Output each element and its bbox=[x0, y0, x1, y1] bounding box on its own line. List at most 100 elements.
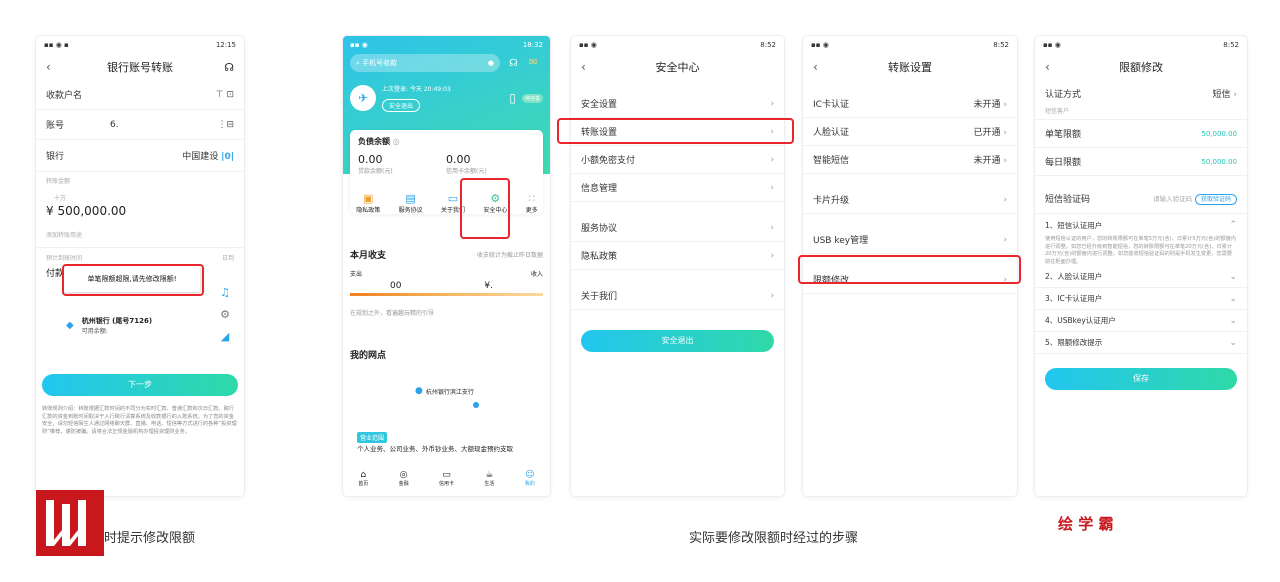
next-button[interactable]: 下一步 bbox=[42, 374, 238, 396]
menu-item-label: 信息管理 bbox=[581, 184, 618, 194]
tab-life[interactable]: ☕ 生活 bbox=[484, 470, 494, 496]
single-limit-row[interactable]: 单笔限额 50,000.00 bbox=[1035, 120, 1247, 148]
page-title: 安全中心 bbox=[655, 61, 700, 74]
tab-bar: ⌂ 首页 ◎ 金融 ▭ 信用卡 ☕ 生活 ☺ 我的 bbox=[343, 470, 550, 496]
mic-icon[interactable]: ● bbox=[488, 59, 494, 67]
menu-item-label: 安全设置 bbox=[581, 100, 618, 110]
safe-exit-button[interactable]: 安全退出 bbox=[581, 330, 774, 352]
chevron-down-icon: ⌄ bbox=[1229, 315, 1237, 326]
menu-item-service-agreement[interactable]: 服务协议 › bbox=[571, 214, 784, 242]
safe-exit-chip[interactable]: 安全退出 bbox=[382, 99, 421, 112]
search-bar[interactable]: ⌕ 手机号收款 ● bbox=[350, 54, 500, 72]
back-icon[interactable]: ‹ bbox=[581, 60, 586, 74]
month-labels: 支出 收入 bbox=[350, 269, 543, 278]
menu-item-small-payment[interactable]: 小额免密支付 › bbox=[571, 146, 784, 174]
auth-method-row[interactable]: 认证方式 短信 › bbox=[1035, 80, 1247, 106]
section-1-header[interactable]: 1、短信认证用户 ⌃ bbox=[1035, 214, 1247, 236]
search-input[interactable]: 手机号收款 bbox=[362, 58, 397, 68]
status-icons: ▪▪ ◉ ▪ bbox=[44, 41, 69, 49]
shortcut-privacy[interactable]: ▣ 隐私政策 bbox=[356, 192, 380, 214]
chevron-right-icon: › bbox=[770, 98, 774, 109]
month-values: 00 ¥. bbox=[350, 281, 543, 291]
avatar[interactable]: ✈ bbox=[350, 85, 376, 111]
card-info: 杭州银行 (尾号7126) 可用余额: bbox=[82, 316, 152, 335]
save-button[interactable]: 保存 bbox=[1045, 368, 1237, 390]
bank-row[interactable]: 银行 中国建设 |0| bbox=[36, 140, 244, 172]
branch-name: 杭州银行滨江支行 bbox=[425, 388, 474, 396]
menu-item-label: 小额免密支付 bbox=[581, 156, 636, 166]
status-badge[interactable]: 待完善 bbox=[521, 93, 543, 103]
remark-field[interactable]: 添加转账用途 bbox=[36, 222, 244, 248]
shortcut-more[interactable]: ∷ 更多 bbox=[526, 192, 538, 214]
setting-ic-card[interactable]: IC卡认证 未开通 › bbox=[803, 90, 1017, 118]
tab-label: 我的 bbox=[524, 481, 535, 487]
account-row[interactable]: 账号 6. ⋮⊟ bbox=[36, 110, 244, 140]
daily-limit-row[interactable]: 每日限额 50,000.00 bbox=[1035, 148, 1247, 176]
daily-limit-input[interactable]: 50,000.00 bbox=[1201, 158, 1237, 166]
section-3-header[interactable]: 3、IC卡认证用户 ⌄ bbox=[1035, 288, 1247, 310]
setting-face-auth[interactable]: 人脸认证 已开通 › bbox=[803, 118, 1017, 146]
section-2-header[interactable]: 2、人脸认证用户 ⌄ bbox=[1035, 266, 1247, 288]
amount-section: 转账金额 十万 ¥ 500,000.00 bbox=[36, 172, 244, 222]
phone-mine: ▪▪ ◉ 18:32 ⌕ 手机号收款 ● ☊ ✉ ✈ 上次登录: 今天 20:49… bbox=[343, 36, 550, 496]
auth-sub-label: 短信客户 bbox=[1035, 106, 1247, 120]
message-icon[interactable]: ✉ bbox=[529, 57, 537, 68]
section-title: 1、短信认证用户 bbox=[1045, 220, 1103, 230]
tab-home[interactable]: ⌂ 首页 bbox=[358, 470, 368, 496]
chevron-right-icon: › bbox=[1003, 128, 1007, 138]
sms-code-input[interactable]: 请输入验证码 bbox=[1153, 195, 1192, 203]
headset-icon[interactable]: ☊ bbox=[224, 61, 234, 74]
error-highlight bbox=[62, 264, 204, 296]
card-balance[interactable]: 0.00 信用卡余额(元) bbox=[446, 153, 487, 175]
setting-value-wrap: 未开通 › bbox=[974, 97, 1008, 110]
single-limit-input[interactable]: 50,000.00 bbox=[1201, 130, 1237, 138]
music-icon[interactable]: ♫ bbox=[214, 282, 236, 304]
loan-balance-value: 0.00 bbox=[358, 153, 383, 166]
back-icon[interactable]: ‹ bbox=[813, 60, 818, 74]
contact-icon[interactable]: ⊤ ⊡ bbox=[216, 90, 234, 100]
get-code-button[interactable]: 获取验证码 bbox=[1194, 194, 1237, 205]
scan-icon[interactable]: ⋮⊟ bbox=[217, 120, 234, 130]
out-value: 00 bbox=[390, 281, 402, 291]
back-icon[interactable]: ‹ bbox=[1045, 60, 1050, 74]
side-tools: ♫ ⚙ ◢ bbox=[214, 282, 236, 348]
headset-icon[interactable]: ☊ bbox=[509, 58, 518, 69]
shortcut-agreement[interactable]: ▤ 服务协议 bbox=[399, 192, 423, 214]
tab-credit[interactable]: ▭ 信用卡 bbox=[439, 470, 454, 496]
chevron-down-icon: ⌄ bbox=[1229, 337, 1237, 348]
phone-security-center: ▪▪ ◉ 8:52 ‹ 安全中心 安全设置 › 转账设置 › 小额免密支付 › 信息管理 ›… bbox=[571, 36, 784, 496]
setting-smart-sms[interactable]: 智能短信 未开通 › bbox=[803, 146, 1017, 174]
steps-caption: 实际要修改限额时经过的步骤 bbox=[689, 531, 859, 546]
tab-finance[interactable]: ◎ 金融 bbox=[399, 470, 409, 496]
sms-code-row: 短信验证码 请输入验证码 获取验证码 bbox=[1035, 184, 1247, 214]
est-label: 预计到账时间 bbox=[46, 254, 83, 262]
setting-card-upgrade[interactable]: 卡片升级 › bbox=[803, 186, 1017, 214]
menu-item-security-settings[interactable]: 安全设置 › bbox=[571, 90, 784, 118]
section-1-text: 使用短信认证的用户，您的转账限额可在单笔5万元(含)、日累计5万元(含)的额度内… bbox=[1045, 236, 1237, 265]
section-5-header[interactable]: 5、限额修改提示 ⌄ bbox=[1035, 332, 1247, 354]
status-icons: ▪▪ ◉ bbox=[1043, 41, 1061, 49]
payee-row[interactable]: 收款户名 ⊤ ⊡ bbox=[36, 80, 244, 110]
back-icon[interactable]: ‹ bbox=[46, 60, 51, 74]
loan-balance[interactable]: 0.00 贷款余额(元) bbox=[358, 153, 446, 175]
menu-item-about-us[interactable]: 关于我们 › bbox=[571, 282, 784, 310]
eye-icon[interactable]: ◎ bbox=[393, 137, 400, 146]
location-icon: ● bbox=[415, 386, 423, 396]
tab-mine[interactable]: ☺ 我的 bbox=[525, 470, 535, 496]
section-4-header[interactable]: 4、USBkey认证用户 ⌄ bbox=[1035, 310, 1247, 332]
pay-card[interactable]: ◆ 杭州银行 (尾号7126) 可用余额: bbox=[66, 316, 152, 335]
settings-icon[interactable]: ⚙ bbox=[214, 304, 236, 326]
triangle-icon[interactable]: ◢ bbox=[214, 326, 236, 348]
bank-value: 中国建设 bbox=[182, 152, 219, 162]
amount-input[interactable]: ¥ 500,000.00 bbox=[46, 204, 234, 218]
menu-item-privacy-policy[interactable]: 隐私政策 › bbox=[571, 242, 784, 270]
loan-balance-label: 贷款余额(元) bbox=[358, 168, 393, 175]
setting-usb-key[interactable]: USB key管理 › bbox=[803, 226, 1017, 254]
in-label: 收入 bbox=[530, 271, 543, 278]
status-time: 8:52 bbox=[993, 41, 1009, 49]
menu-item-info-management[interactable]: 信息管理 › bbox=[571, 174, 784, 202]
branch-pin[interactable]: ● 杭州银行滨江支行 bbox=[415, 386, 474, 396]
